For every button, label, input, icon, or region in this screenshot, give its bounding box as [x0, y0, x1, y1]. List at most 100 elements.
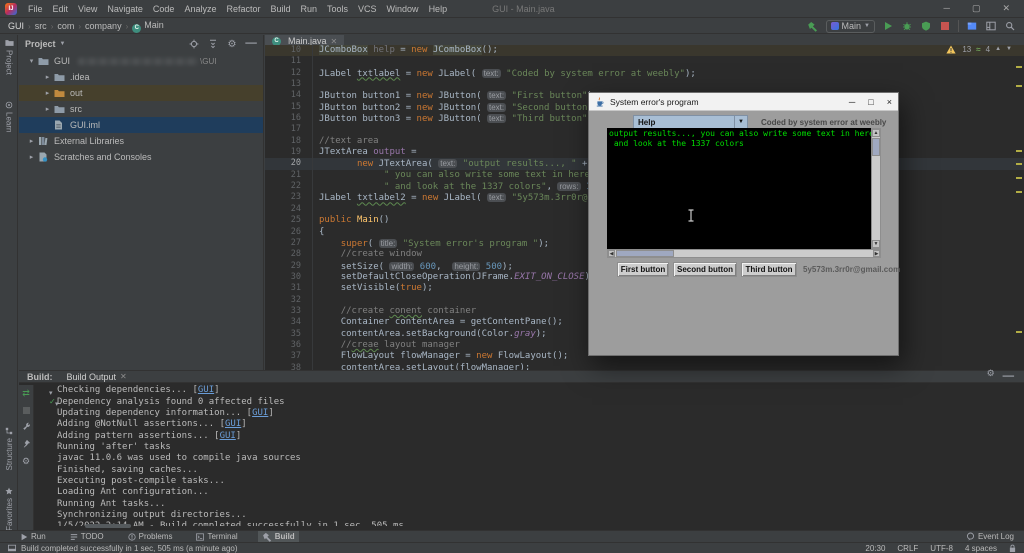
search-everywhere-icon[interactable]	[1004, 20, 1016, 32]
app-close-icon[interactable]: ×	[887, 97, 892, 107]
menu-vcs[interactable]: VCS	[353, 4, 382, 14]
code-line-38[interactable]: 38 contentArea.setLayout(flowManager);	[265, 363, 1024, 370]
toolwindow-button-problems[interactable]: Problems	[124, 531, 177, 543]
build-module-link[interactable]: GUI	[225, 419, 241, 429]
app-titlebar[interactable]: System error's program ─ □ ×	[589, 93, 898, 111]
chevron-down-icon[interactable]: ▼	[60, 41, 66, 47]
build-output[interactable]: Writing classes... [GUI]Checking depende…	[57, 374, 997, 526]
locate-file-icon[interactable]	[188, 38, 200, 50]
tab-build-output[interactable]: Build Output✕	[67, 372, 127, 382]
tree-item-gui-iml[interactable]: GUI.iml	[19, 117, 263, 133]
help-combobox[interactable]: Help ▼	[633, 115, 748, 129]
event-log-button[interactable]: Event Log	[966, 532, 1024, 541]
chevron-right-icon[interactable]: ▸	[43, 105, 52, 113]
hide-panel-icon[interactable]: ─	[245, 38, 257, 50]
wrench-icon[interactable]	[22, 422, 31, 431]
project-panel-title[interactable]: Project	[25, 39, 56, 49]
gear-icon[interactable]: ⚙	[226, 38, 238, 50]
menu-code[interactable]: Code	[148, 4, 180, 14]
menu-edit[interactable]: Edit	[48, 4, 74, 14]
breadcrumb-item-src[interactable]: src	[35, 21, 47, 31]
toolwindow-button-todo[interactable]: TODO	[66, 531, 108, 543]
stripe-tab-structure[interactable]: Structure	[0, 427, 18, 470]
stop-build-icon[interactable]	[23, 407, 30, 414]
menu-help[interactable]: Help	[424, 4, 453, 14]
debug-icon[interactable]	[901, 20, 913, 32]
build-hammer-icon[interactable]	[807, 20, 819, 32]
encoding[interactable]: UTF-8	[930, 544, 953, 553]
coverage-icon[interactable]	[920, 20, 932, 32]
error-stripe[interactable]	[1014, 35, 1024, 370]
menu-view[interactable]: View	[73, 4, 102, 14]
tree-item--idea[interactable]: ▸.idea	[19, 69, 263, 85]
run-icon[interactable]	[882, 20, 894, 32]
app-maximize-icon[interactable]: □	[868, 97, 873, 107]
toolwindow-button-run[interactable]: Run	[16, 531, 50, 543]
collapse-all-icon[interactable]	[207, 38, 219, 50]
toolwindow-button-terminal[interactable]: Terminal	[192, 531, 241, 543]
tree-item-out[interactable]: ▸out	[19, 85, 263, 101]
menu-analyze[interactable]: Analyze	[179, 4, 221, 14]
indent-setting[interactable]: 4 spaces	[965, 544, 997, 553]
menu-run[interactable]: Run	[296, 4, 323, 14]
breadcrumb-item-main[interactable]: CMain	[132, 20, 164, 33]
code-line-11[interactable]: 11	[265, 56, 1024, 67]
output-textarea[interactable]: output results..., you can also write so…	[607, 128, 871, 249]
next-issue-icon[interactable]: ▼	[1006, 46, 1012, 52]
code-line-12[interactable]: 12JLabel txtlabel = new JLabel( text: "C…	[265, 68, 1024, 79]
gear-icon[interactable]: ⚙	[987, 368, 995, 386]
menu-navigate[interactable]: Navigate	[102, 4, 148, 14]
breadcrumb-item-gui[interactable]: GUI	[8, 21, 24, 31]
tree-item-external-libraries[interactable]: ▸External Libraries	[19, 133, 263, 149]
line-ending[interactable]: CRLF	[897, 544, 918, 553]
chevron-down-icon[interactable]: ▾	[27, 57, 36, 65]
breadcrumb-item-company[interactable]: company	[85, 21, 122, 31]
caret-position[interactable]: 20:30	[865, 544, 885, 553]
inspections-widget[interactable]: 13 ≈ 4 ▲ ▼	[945, 43, 1012, 55]
horizontal-scrollbar[interactable]: ◀ ▶	[607, 249, 881, 258]
tree-item-gui[interactable]: ▾GUI\GUI	[19, 53, 263, 69]
tree-item-scratches-and-consoles[interactable]: ▸Scratches and Consoles	[19, 149, 263, 165]
build-scrollbar-thumb[interactable]	[85, 524, 131, 528]
code-line-13[interactable]: 13	[265, 79, 1024, 90]
maximize-icon[interactable]: ▢	[972, 3, 981, 14]
app-button-first[interactable]: First button	[617, 262, 669, 277]
stop-icon[interactable]	[939, 20, 951, 32]
menu-refactor[interactable]: Refactor	[221, 4, 265, 14]
layout-icon[interactable]	[985, 20, 997, 32]
code-line-10[interactable]: 10JComboBox help = new JComboBox();	[265, 45, 1024, 56]
menu-window[interactable]: Window	[382, 4, 424, 14]
hide-panel-icon[interactable]: ─	[1003, 368, 1014, 386]
panel-icon[interactable]	[8, 544, 16, 552]
filter-gear-icon[interactable]: ⚙	[22, 456, 30, 467]
status-message[interactable]: Build completed successfully in 1 sec, 5…	[21, 544, 238, 553]
app-button-second[interactable]: Second button	[673, 262, 737, 277]
close-icon[interactable]: ✕	[1002, 3, 1010, 14]
stripe-tab-learn[interactable]: Learn	[0, 101, 18, 132]
menu-tools[interactable]: Tools	[322, 4, 353, 14]
build-module-link[interactable]: GUI	[220, 431, 236, 441]
chevron-right-icon[interactable]: ▸	[27, 137, 36, 145]
minimize-icon[interactable]: ─	[944, 3, 950, 14]
chevron-right-icon[interactable]: ▸	[43, 89, 52, 97]
prev-issue-icon[interactable]: ▲	[995, 46, 1001, 52]
chevron-right-icon[interactable]: ▸	[27, 153, 36, 161]
run-config-select[interactable]: Main ▼	[826, 20, 875, 33]
tree-item-src[interactable]: ▸src	[19, 101, 263, 117]
project-structure-icon[interactable]	[966, 20, 978, 32]
build-module-link[interactable]: GUI	[198, 385, 214, 395]
close-icon[interactable]: ✕	[120, 372, 127, 381]
app-button-third[interactable]: Third button	[741, 262, 797, 277]
pin-icon[interactable]	[22, 439, 31, 448]
menu-build[interactable]: Build	[265, 4, 295, 14]
lock-icon[interactable]	[1009, 544, 1016, 553]
stripe-tab-favorites[interactable]: Favorites	[0, 487, 18, 531]
chevron-right-icon[interactable]: ▸	[43, 73, 52, 81]
stripe-tab-project[interactable]: Project	[0, 39, 18, 75]
app-minimize-icon[interactable]: ─	[849, 97, 855, 107]
toolwindow-button-build[interactable]: Build	[258, 531, 299, 543]
vertical-scrollbar[interactable]: ▲ ▼	[871, 128, 881, 249]
rerun-build-icon[interactable]: ⇄	[22, 388, 30, 399]
combobox-arrow-icon[interactable]: ▼	[734, 116, 747, 128]
breadcrumb-item-com[interactable]: com	[57, 21, 74, 31]
